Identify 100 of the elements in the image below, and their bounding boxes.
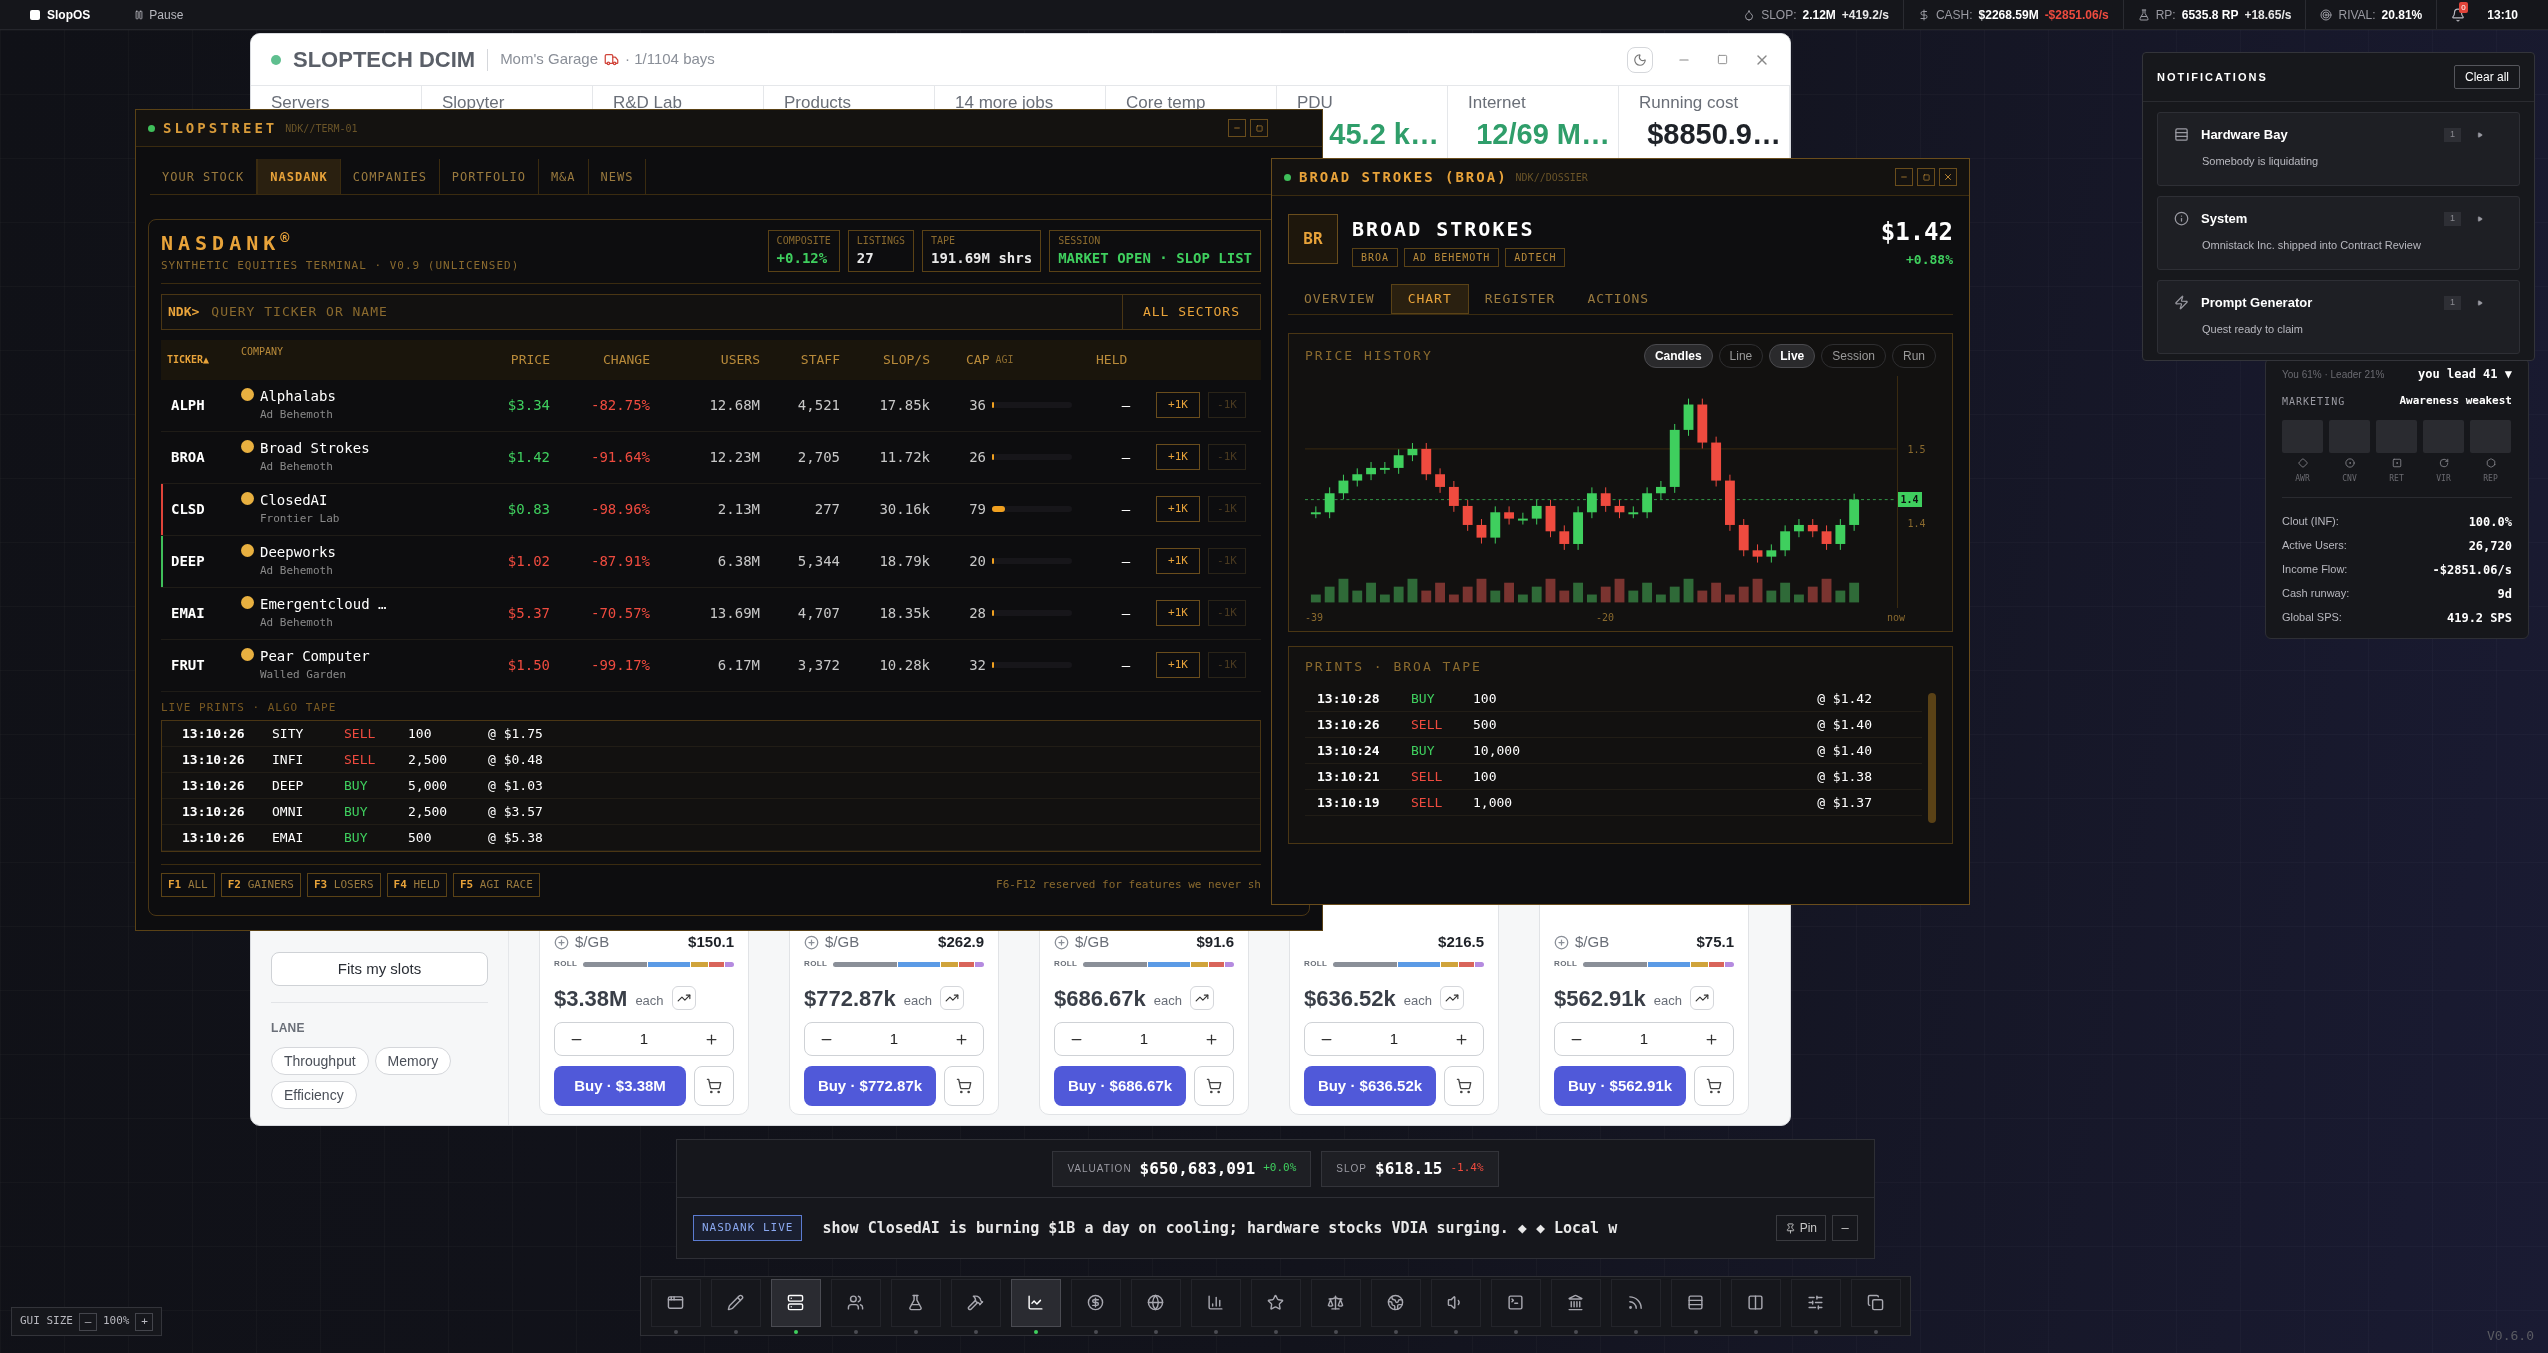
fits-my-slots-button[interactable]: Fits my slots bbox=[271, 952, 488, 986]
column-header[interactable]: USERS bbox=[656, 349, 766, 370]
notification-bell-icon[interactable] bbox=[2451, 7, 2466, 22]
add-icon[interactable] bbox=[1554, 934, 1569, 950]
tab[interactable]: NASDANK bbox=[257, 159, 341, 194]
tab[interactable]: REGISTER bbox=[1468, 283, 1572, 314]
buy-button[interactable]: Buy · $772.87k bbox=[804, 1066, 936, 1106]
trend-icon[interactable] bbox=[1439, 986, 1464, 1010]
trend-icon[interactable] bbox=[1689, 986, 1714, 1010]
dock-app-button[interactable] bbox=[1310, 1278, 1361, 1327]
quantity-stepper[interactable]: 1 bbox=[554, 1022, 734, 1056]
quantity-stepper[interactable]: 1 bbox=[1554, 1022, 1734, 1056]
dock-app-button[interactable] bbox=[1370, 1278, 1421, 1327]
dock-app-button[interactable] bbox=[1070, 1278, 1121, 1327]
tab[interactable]: PORTFOLIO bbox=[439, 159, 539, 194]
add-icon[interactable] bbox=[1054, 934, 1069, 950]
minimize-button[interactable] bbox=[1895, 168, 1913, 186]
pause-button[interactable]: Pause bbox=[134, 5, 184, 24]
buy-1k-button[interactable]: +1K bbox=[1156, 392, 1200, 418]
filter-key-button[interactable]: F2 GAINERS bbox=[220, 873, 301, 897]
collapse-button[interactable]: – bbox=[1832, 1215, 1858, 1241]
buy-1k-button[interactable]: +1K bbox=[1156, 496, 1200, 522]
buy-button[interactable]: Buy · $3.38M bbox=[554, 1066, 686, 1106]
dock-app-button[interactable] bbox=[1250, 1278, 1301, 1327]
column-header[interactable]: AGI bbox=[995, 352, 1014, 367]
lane-chip[interactable]: Throughput bbox=[271, 1047, 369, 1075]
quantity-stepper[interactable]: 1 bbox=[1304, 1022, 1484, 1056]
filter-key-button[interactable]: F1 ALL bbox=[161, 873, 215, 897]
expand-icon[interactable] bbox=[2477, 215, 2483, 222]
tab[interactable]: CHART bbox=[1390, 283, 1469, 314]
buy-1k-button[interactable]: +1K bbox=[1156, 652, 1200, 678]
dock-app-button[interactable] bbox=[1670, 1278, 1721, 1327]
chart-toggle[interactable]: Live bbox=[1769, 343, 1816, 368]
maximize-icon[interactable] bbox=[1717, 54, 1728, 65]
plus-icon[interactable] bbox=[1454, 1031, 1469, 1047]
chart-toggle[interactable]: Candles bbox=[1643, 343, 1713, 368]
plus-icon[interactable] bbox=[1204, 1031, 1219, 1047]
buy-1k-button[interactable]: +1K bbox=[1156, 548, 1200, 574]
tab[interactable]: ACTIONS bbox=[1571, 283, 1666, 314]
tab[interactable]: M&A bbox=[538, 159, 589, 194]
increase-button[interactable]: + bbox=[135, 1312, 154, 1331]
dock-app-button[interactable] bbox=[1130, 1278, 1181, 1327]
column-header[interactable]: SLOP/S bbox=[846, 349, 936, 370]
filter-key-button[interactable]: F4 HELD bbox=[386, 873, 447, 897]
minimize-button[interactable] bbox=[1228, 119, 1246, 137]
column-header[interactable]: CAP bbox=[966, 349, 990, 370]
dock-app-button[interactable] bbox=[1010, 1278, 1061, 1327]
trend-icon[interactable] bbox=[1189, 986, 1214, 1010]
dock-app-button[interactable] bbox=[770, 1278, 821, 1327]
tab[interactable]: COMPANIES bbox=[340, 159, 440, 194]
quantity-stepper[interactable]: 1 bbox=[804, 1022, 984, 1056]
cart-button[interactable] bbox=[1194, 1066, 1234, 1106]
add-icon[interactable] bbox=[804, 934, 819, 950]
column-header[interactable]: STAFF bbox=[766, 349, 846, 370]
plus-icon[interactable] bbox=[704, 1031, 719, 1047]
decrease-button[interactable]: – bbox=[79, 1312, 97, 1331]
notification-card[interactable]: System 1 Omnistack Inc. shipped into Contract Review bbox=[2157, 196, 2520, 270]
add-icon[interactable] bbox=[554, 934, 569, 950]
trend-icon[interactable] bbox=[671, 986, 696, 1010]
filter-key-button[interactable]: F3 LOSERS bbox=[307, 873, 381, 897]
plus-icon[interactable] bbox=[1704, 1031, 1719, 1047]
clear-all-button[interactable]: Clear all bbox=[2454, 65, 2520, 89]
buy-1k-button[interactable]: +1K bbox=[1156, 600, 1200, 626]
notification-card[interactable]: Prompt Generator 1 Quest ready to claim bbox=[2157, 280, 2520, 354]
expand-icon[interactable] bbox=[2477, 299, 2483, 306]
query-field[interactable]: NDK> QUERY TICKER OR NAME ALL SECTORS bbox=[161, 293, 1261, 330]
column-header[interactable]: HELD bbox=[1096, 349, 1156, 370]
dock-app-button[interactable] bbox=[1550, 1278, 1601, 1327]
cart-button[interactable] bbox=[944, 1066, 984, 1106]
quantity-stepper[interactable]: 1 bbox=[1054, 1022, 1234, 1056]
column-header[interactable]: PRICE bbox=[471, 349, 556, 370]
theme-toggle-icon[interactable] bbox=[1627, 46, 1653, 73]
cart-button[interactable] bbox=[1694, 1066, 1734, 1106]
maximize-button[interactable] bbox=[1917, 168, 1935, 186]
column-header[interactable]: COMPANY bbox=[241, 339, 471, 359]
tab[interactable]: OVERVIEW bbox=[1288, 283, 1391, 314]
dock-app-button[interactable] bbox=[890, 1278, 941, 1327]
buy-button[interactable]: Buy · $636.52k bbox=[1304, 1066, 1436, 1106]
close-button[interactable] bbox=[1939, 168, 1957, 186]
dock-app-button[interactable] bbox=[1730, 1278, 1781, 1327]
cart-button[interactable] bbox=[1444, 1066, 1484, 1106]
dock-app-button[interactable] bbox=[1490, 1278, 1541, 1327]
trend-icon[interactable] bbox=[939, 986, 964, 1010]
buy-button[interactable]: Buy · $562.91k bbox=[1554, 1066, 1686, 1106]
notification-card[interactable]: Hardware Bay 1 Somebody is liquidating bbox=[2157, 112, 2520, 186]
expand-icon[interactable] bbox=[2477, 131, 2483, 138]
tab[interactable]: NEWS bbox=[588, 159, 647, 194]
maximize-button[interactable] bbox=[1250, 119, 1268, 137]
column-header[interactable]: CHANGE bbox=[556, 349, 656, 370]
sector-dropdown[interactable]: ALL SECTORS bbox=[1121, 294, 1260, 329]
pin-button[interactable]: Pin bbox=[1775, 1215, 1826, 1241]
dock-app-button[interactable] bbox=[1850, 1278, 1901, 1327]
buy-button[interactable]: Buy · $686.67k bbox=[1054, 1066, 1186, 1106]
filter-key-button[interactable]: F5 AGI RACE bbox=[453, 873, 540, 897]
column-header[interactable]: TICKER▲ bbox=[161, 352, 241, 367]
lane-chip[interactable]: Memory bbox=[374, 1047, 452, 1075]
dock-app-button[interactable] bbox=[650, 1278, 701, 1327]
buy-1k-button[interactable]: +1K bbox=[1156, 444, 1200, 470]
cart-button[interactable] bbox=[694, 1066, 734, 1106]
plus-icon[interactable] bbox=[954, 1031, 969, 1047]
